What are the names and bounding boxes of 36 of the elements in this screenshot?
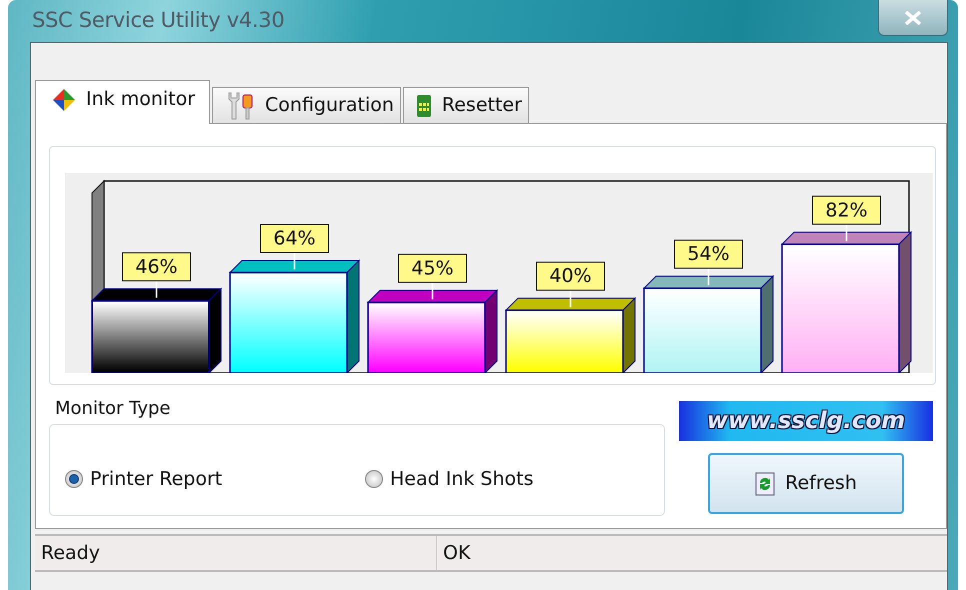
data-label: 64% [273, 228, 316, 250]
value-label: 45% [398, 254, 467, 283]
leader-line [570, 290, 572, 308]
leader-line [432, 282, 434, 300]
radio-option[interactable]: Printer Report [64, 464, 364, 494]
data-label: 46% [135, 256, 178, 278]
close-button[interactable] [878, 0, 948, 36]
radio-button[interactable] [64, 469, 84, 489]
window-title: SSC Service Utility v4.30 [31, 7, 284, 34]
leader-line [708, 268, 710, 286]
leader-line [846, 224, 848, 242]
refresh-button[interactable]: Refresh [708, 453, 904, 514]
value-label: 82% [812, 196, 881, 225]
value-label: 64% [260, 224, 329, 254]
data-label: 40% [549, 265, 592, 288]
leader-line [294, 252, 296, 270]
group-label: Monitor Type [55, 397, 172, 421]
radio-option[interactable]: Head Ink Shots [364, 464, 664, 494]
tab[interactable]: Resetter [402, 87, 529, 123]
status-text: Ready [35, 536, 437, 570]
tab[interactable]: Configuration [212, 87, 401, 123]
data-label: 82% [825, 199, 868, 222]
value-label: 40% [536, 262, 605, 291]
website-banner: www.ssclg.com [679, 401, 933, 441]
tab[interactable]: Ink monitor [35, 80, 210, 124]
status-text: OK [442, 540, 472, 566]
chip-icon [416, 94, 432, 118]
data-label: 45% [411, 257, 454, 280]
leader-line [156, 280, 158, 298]
four-color-diamond-icon [52, 88, 76, 112]
data-label: 54% [687, 243, 730, 266]
close-icon [904, 10, 922, 24]
refresh-icon [755, 472, 776, 496]
value-label: 54% [674, 240, 743, 269]
radio-button[interactable] [364, 469, 384, 489]
value-label: 46% [122, 252, 191, 282]
